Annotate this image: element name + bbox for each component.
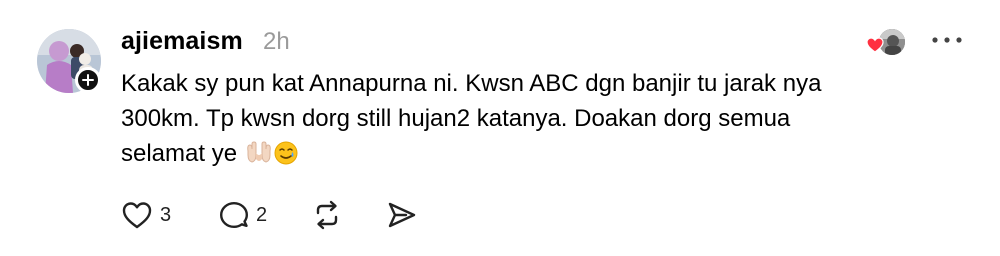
share-button[interactable] — [386, 198, 418, 232]
smiling-face-with-tear-icon — [274, 141, 298, 165]
like-count: 3 — [160, 203, 172, 226]
repost-icon — [316, 200, 338, 230]
heart-outline-icon — [122, 202, 152, 229]
post-timestamp: 2h — [263, 28, 290, 55]
reply-button[interactable]: 2 — [219, 198, 267, 232]
send-icon — [388, 202, 416, 228]
heart-icon — [866, 37, 884, 53]
plus-icon — [82, 74, 94, 86]
post-text-line-last: selamat ye — [121, 136, 921, 171]
post-text-line: Kakak sy pun kat Annapurna ni. Kwsn ABC … — [121, 70, 822, 97]
speech-bubble-icon — [220, 202, 248, 228]
post-body: Kakak sy pun kat Annapurna ni. Kwsn ABC … — [121, 66, 921, 171]
like-button[interactable]: 3 — [121, 198, 171, 232]
author-username[interactable]: ajiemaism — [121, 27, 243, 56]
thread-post: ajiemaism 2h Kakak sy pun kat Annapurna … — [0, 0, 1000, 256]
liked-by-avatars[interactable] — [864, 28, 906, 56]
more-button[interactable] — [930, 30, 964, 50]
author-avatar[interactable] — [37, 29, 101, 93]
more-horizontal-icon — [932, 37, 962, 43]
follow-button[interactable] — [75, 67, 101, 93]
repost-button[interactable] — [311, 198, 343, 232]
palms-up-together-icon — [246, 141, 271, 163]
post-text-line: 300km. Tp kwsn dorg still hujan2 katanya… — [121, 105, 791, 132]
reply-count: 2 — [256, 203, 268, 226]
post-text-line: selamat ye — [121, 140, 238, 167]
